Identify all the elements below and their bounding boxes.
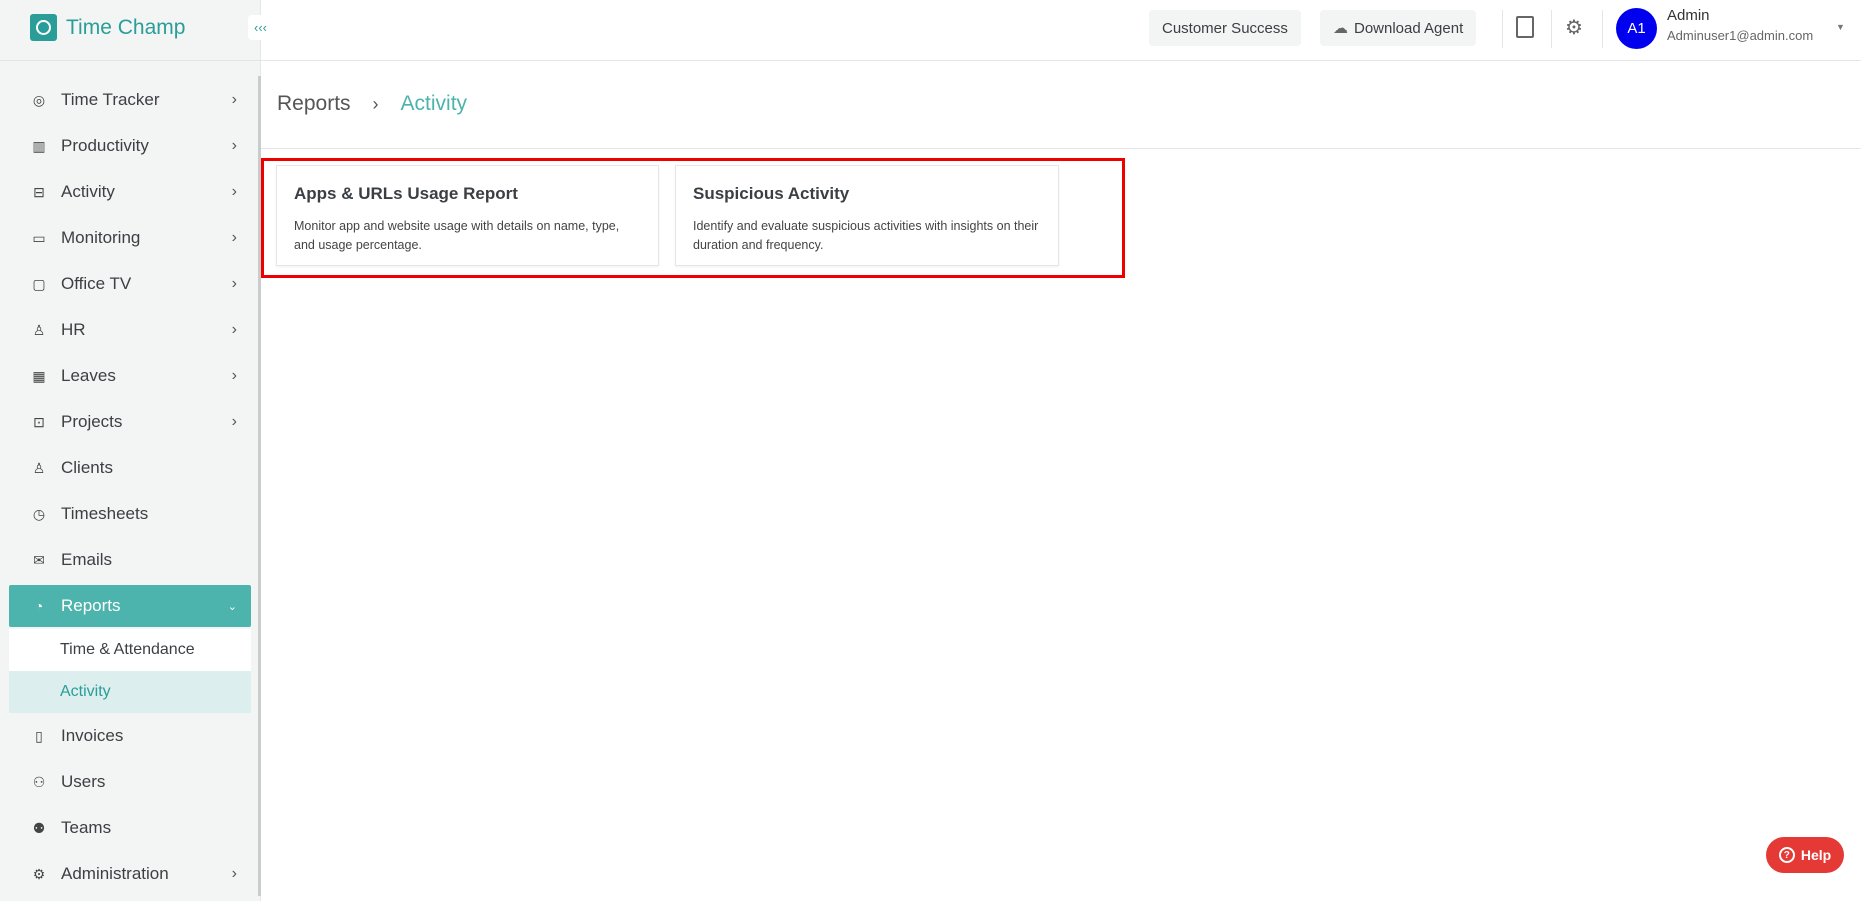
- sidebar-item-office-tv[interactable]: ▢ Office TV ›: [9, 261, 251, 307]
- settings-gear-icon[interactable]: ⚙: [1565, 15, 1583, 40]
- chevron-right-icon: ›: [231, 275, 237, 292]
- breadcrumb-current: Activity: [400, 92, 468, 115]
- client-icon: ♙: [32, 459, 46, 476]
- gear-icon: ⚙: [32, 865, 46, 882]
- divider: [1551, 10, 1552, 48]
- sidebar-item-label: Emails: [61, 550, 113, 569]
- target-icon: ◎: [32, 91, 46, 108]
- sidebar-item-label: Projects: [61, 412, 123, 431]
- sidebar-item-emails[interactable]: ✉ Emails: [9, 537, 251, 583]
- card-title: Suspicious Activity: [693, 184, 850, 203]
- calendar-icon: ▦: [32, 367, 46, 384]
- apps-urls-usage-report-card[interactable]: Apps & URLs Usage Report Monitor app and…: [276, 165, 659, 266]
- sidebar-item-reports[interactable]: ◔ Reports ⌄: [9, 585, 251, 627]
- sidebar: Time Champ ◎ Time Tracker › ▥ Productivity › ⊟…: [0, 0, 261, 901]
- chevron-right-icon: ›: [231, 865, 237, 882]
- help-question-icon: ?: [1778, 847, 1795, 863]
- chevron-right-icon: ›: [231, 413, 237, 430]
- sidebar-item-teams[interactable]: ⚉ Teams: [9, 805, 251, 851]
- alarm-clock-icon: ◷: [32, 505, 46, 522]
- divider: [1502, 10, 1503, 48]
- mail-icon: ✉: [33, 551, 45, 568]
- bar-chart-icon: ▥: [32, 137, 46, 154]
- sidebar-item-productivity[interactable]: ▥ Productivity ›: [9, 123, 251, 169]
- card-title: Apps & URLs Usage Report: [294, 184, 518, 203]
- collapse-sidebar-button[interactable]: ‹‹‹: [248, 15, 273, 40]
- document-icon[interactable]: [1516, 16, 1534, 38]
- users-icon: ⚇: [32, 773, 46, 790]
- avatar[interactable]: A1: [1616, 8, 1657, 49]
- sidebar-item-users[interactable]: ⚇ Users: [9, 759, 251, 805]
- sidebar-item-label: Office TV: [61, 274, 132, 293]
- sidebar-item-leaves[interactable]: ▦ Leaves ›: [9, 353, 251, 399]
- tv-icon: ▢: [32, 275, 46, 292]
- chevron-right-icon: ›: [231, 137, 237, 154]
- sidebar-item-monitoring[interactable]: ▭ Monitoring ›: [9, 215, 251, 261]
- sidebar-subitem-activity[interactable]: Activity: [9, 671, 251, 713]
- sidebar-item-label: Clients: [61, 458, 113, 477]
- briefcase-icon: ⊡: [33, 413, 45, 430]
- help-label: Help: [1800, 847, 1832, 863]
- sidebar-item-label: Teams: [61, 818, 112, 837]
- teams-icon: ⚉: [32, 819, 46, 836]
- sidebar-item-label: Productivity: [61, 136, 149, 155]
- chevron-right-icon: ›: [231, 367, 237, 384]
- sidebar-item-label: Reports: [61, 596, 121, 615]
- sidebar-subitem-time-attendance[interactable]: Time & Attendance: [9, 629, 251, 671]
- suspicious-activity-card[interactable]: Suspicious Activity Identify and evaluat…: [675, 165, 1059, 266]
- sidebar-item-label: Invoices: [61, 726, 124, 745]
- person-icon: ♙: [32, 321, 46, 338]
- logo[interactable]: Time Champ: [30, 14, 185, 41]
- ticket-icon: ⊟: [33, 183, 45, 200]
- chevron-right-icon: ›: [231, 321, 237, 338]
- avatar-initials: A1: [1627, 20, 1646, 37]
- sidebar-item-label: Administration: [61, 864, 169, 883]
- customer-success-button[interactable]: Customer Success: [1149, 10, 1301, 46]
- app-name: Time Champ: [66, 15, 186, 39]
- breadcrumb-separator: ›: [372, 93, 379, 114]
- sidebar-item-label: Activity: [61, 182, 115, 201]
- sidebar-item-hr[interactable]: ♙ HR ›: [9, 307, 251, 353]
- divider: [0, 60, 261, 61]
- user-menu-caret-icon[interactable]: ▼: [1836, 22, 1845, 32]
- sidebar-item-activity[interactable]: ⊟ Activity ›: [9, 169, 251, 215]
- chevron-down-icon: ⌄: [227, 600, 237, 613]
- sidebar-item-projects[interactable]: ⊡ Projects ›: [9, 399, 251, 445]
- sidebar-item-clients[interactable]: ♙ Clients: [9, 445, 251, 491]
- sidebar-item-label: Timesheets: [61, 504, 149, 523]
- invoice-icon: ▯: [35, 727, 43, 744]
- download-agent-label: Download Agent: [1354, 19, 1464, 37]
- sidebar-item-timesheets[interactable]: ◷ Timesheets: [9, 491, 251, 537]
- chevron-right-icon: ›: [231, 91, 237, 108]
- chevron-right-icon: ›: [231, 229, 237, 246]
- sidebar-item-label: Leaves: [61, 366, 116, 385]
- download-agent-button[interactable]: ☁ Download Agent: [1320, 10, 1477, 46]
- breadcrumb: Reports › Activity: [277, 92, 467, 116]
- user-email: Adminuser1@admin.com: [1667, 28, 1814, 43]
- monitor-icon: ▭: [32, 229, 46, 246]
- pie-chart-icon: ◔: [34, 598, 44, 614]
- cloud-download-icon: ☁: [1333, 20, 1348, 37]
- sidebar-item-label: Monitoring: [61, 228, 141, 247]
- divider: [1602, 10, 1603, 48]
- help-button[interactable]: ? Help: [1766, 837, 1844, 873]
- divider: [261, 148, 1861, 149]
- card-description: Monitor app and website usage with detai…: [294, 219, 620, 252]
- sidebar-item-administration[interactable]: ⚙ Administration ›: [9, 851, 251, 897]
- sidebar-item-label: Time Tracker: [61, 90, 160, 109]
- sidebar-item-time-tracker[interactable]: ◎ Time Tracker ›: [9, 77, 251, 123]
- sidebar-nav: ◎ Time Tracker › ▥ Productivity › ⊟ Activity › ▭ M…: [9, 77, 251, 897]
- sidebar-item-label: HR: [61, 320, 86, 339]
- customer-success-label: Customer Success: [1162, 19, 1288, 37]
- user-name: Admin: [1667, 7, 1710, 24]
- clock-logo-icon: [30, 14, 57, 41]
- sidebar-item-invoices[interactable]: ▯ Invoices: [9, 713, 251, 759]
- sidebar-item-label: Users: [61, 772, 106, 791]
- card-description: Identify and evaluate suspicious activit…: [693, 219, 1039, 252]
- chevron-right-icon: ›: [231, 183, 237, 200]
- breadcrumb-reports[interactable]: Reports: [277, 92, 351, 116]
